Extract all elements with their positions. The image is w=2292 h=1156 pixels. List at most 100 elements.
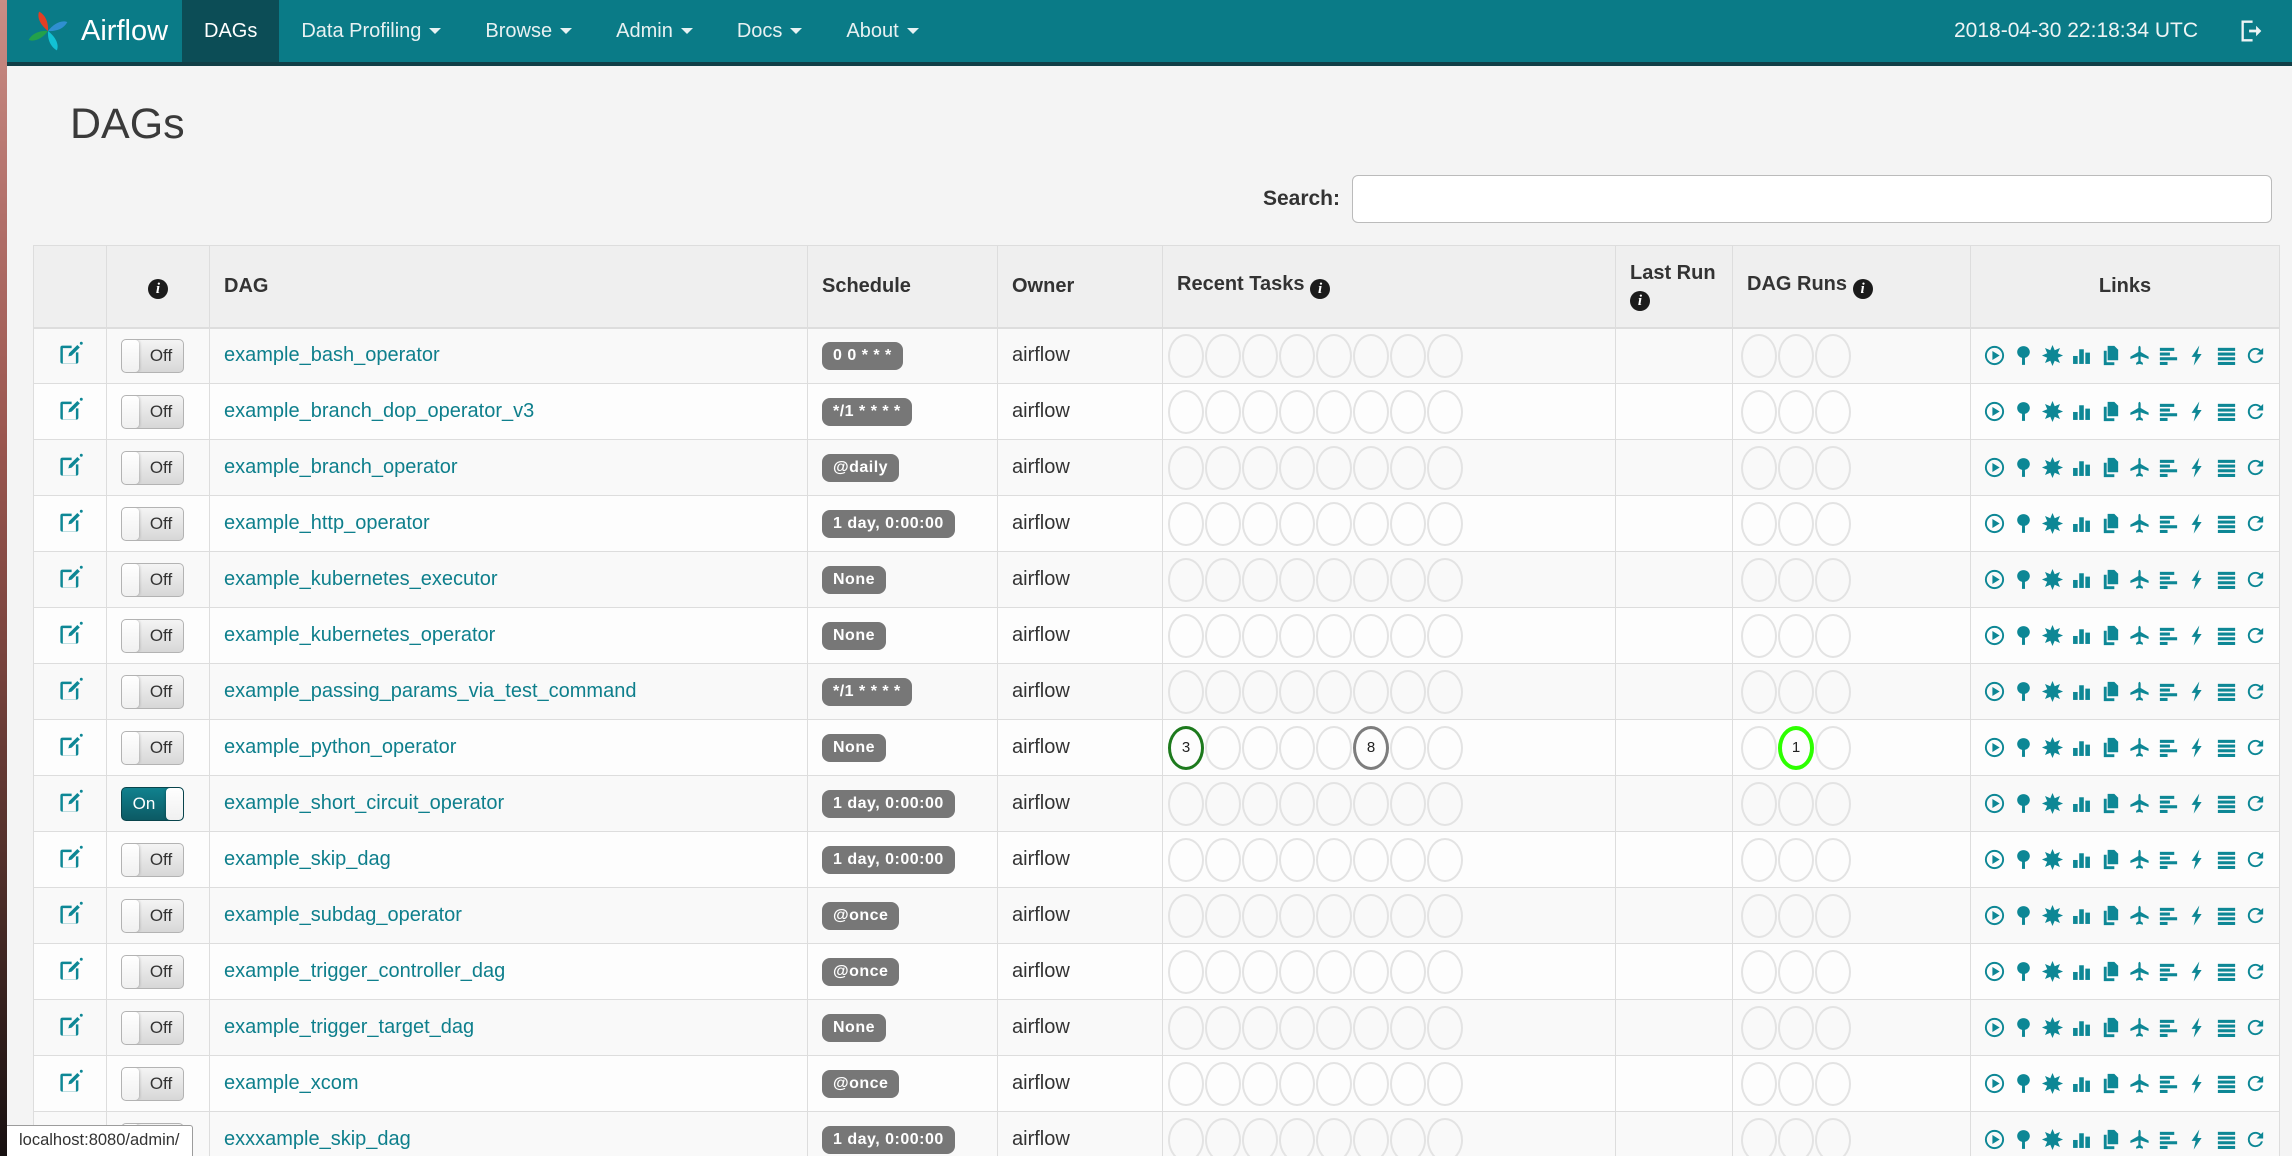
recent-task-circle[interactable] [1427, 557, 1463, 602]
landing-times-link[interactable] [2128, 736, 2151, 759]
task-tries-link[interactable] [2099, 1016, 2122, 1039]
tasks-duration-link[interactable] [2070, 400, 2093, 423]
recent-task-circle[interactable] [1316, 1117, 1352, 1156]
tree-view-link[interactable] [2012, 1016, 2035, 1039]
landing-times-link[interactable] [2128, 568, 2151, 591]
graph-view-link[interactable] [2041, 904, 2064, 927]
dag-run-circle[interactable] [1741, 557, 1777, 602]
trigger-dag-link[interactable] [1983, 904, 2006, 927]
task-tries-link[interactable] [2099, 400, 2122, 423]
recent-task-circle[interactable] [1427, 389, 1463, 434]
tree-view-link[interactable] [2012, 736, 2035, 759]
dag-run-circle[interactable] [1778, 781, 1814, 826]
recent-task-circle[interactable] [1279, 445, 1315, 490]
recent-task-circle[interactable] [1427, 781, 1463, 826]
graph-view-link[interactable] [2041, 568, 2064, 591]
tree-view-link[interactable] [2012, 680, 2035, 703]
dag-run-circle[interactable] [1778, 837, 1814, 882]
trigger-dag-link[interactable] [1983, 848, 2006, 871]
dag-run-circle[interactable] [1778, 445, 1814, 490]
gantt-view-link[interactable] [2157, 344, 2180, 367]
recent-task-circle[interactable] [1279, 669, 1315, 714]
edit-dag-button[interactable] [57, 788, 84, 815]
tasks-duration-link[interactable] [2070, 456, 2093, 479]
recent-task-circle[interactable] [1242, 781, 1278, 826]
recent-task-circle[interactable] [1316, 1061, 1352, 1106]
landing-times-link[interactable] [2128, 400, 2151, 423]
code-view-link[interactable] [2186, 624, 2209, 647]
gantt-view-link[interactable] [2157, 736, 2180, 759]
dag-run-circle[interactable] [1778, 1005, 1814, 1050]
dag-run-circle[interactable] [1741, 893, 1777, 938]
recent-task-circle[interactable]: 3 [1168, 725, 1204, 770]
dag-link[interactable]: example_xcom [224, 1072, 359, 1094]
dag-run-circle[interactable] [1778, 501, 1814, 546]
refresh-link[interactable] [2244, 512, 2267, 535]
tree-view-link[interactable] [2012, 1072, 2035, 1095]
dag-run-circle[interactable] [1741, 501, 1777, 546]
col-header-dag-runs[interactable]: DAG Runs i [1732, 245, 1971, 329]
recent-task-circle[interactable] [1168, 613, 1204, 658]
tasks-duration-link[interactable] [2070, 680, 2093, 703]
task-tries-link[interactable] [2099, 904, 2122, 927]
tasks-duration-link[interactable] [2070, 792, 2093, 815]
gantt-view-link[interactable] [2157, 1128, 2180, 1151]
nav-item-dags[interactable]: DAGs [182, 0, 280, 62]
graph-view-link[interactable] [2041, 1016, 2064, 1039]
tree-view-link[interactable] [2012, 904, 2035, 927]
dag-link[interactable]: example_kubernetes_operator [224, 624, 495, 646]
gantt-view-link[interactable] [2157, 1072, 2180, 1095]
recent-task-circle[interactable] [1279, 333, 1315, 378]
edit-dag-button[interactable] [57, 452, 84, 479]
recent-task-circle[interactable] [1279, 557, 1315, 602]
dag-link[interactable]: example_branch_dop_operator_v3 [224, 400, 534, 422]
recent-task-circle[interactable] [1390, 837, 1426, 882]
logs-link[interactable] [2215, 1016, 2238, 1039]
dag-run-circle[interactable] [1815, 333, 1851, 378]
dag-link[interactable]: example_branch_operator [224, 456, 458, 478]
graph-view-link[interactable] [2041, 680, 2064, 703]
recent-task-circle[interactable] [1168, 837, 1204, 882]
dag-run-circle[interactable] [1815, 725, 1851, 770]
refresh-link[interactable] [2244, 568, 2267, 591]
task-tries-link[interactable] [2099, 680, 2122, 703]
trigger-dag-link[interactable] [1983, 1016, 2006, 1039]
recent-task-circle[interactable] [1205, 893, 1241, 938]
trigger-dag-link[interactable] [1983, 512, 2006, 535]
graph-view-link[interactable] [2041, 792, 2064, 815]
dag-run-circle[interactable] [1815, 613, 1851, 658]
dag-run-circle[interactable] [1778, 333, 1814, 378]
dag-run-circle[interactable] [1741, 837, 1777, 882]
gantt-view-link[interactable] [2157, 512, 2180, 535]
dag-run-circle[interactable] [1778, 557, 1814, 602]
trigger-dag-link[interactable] [1983, 680, 2006, 703]
logs-link[interactable] [2215, 960, 2238, 983]
recent-task-circle[interactable] [1279, 725, 1315, 770]
recent-task-circle[interactable] [1205, 1061, 1241, 1106]
graph-view-link[interactable] [2041, 344, 2064, 367]
recent-task-circle[interactable] [1427, 501, 1463, 546]
landing-times-link[interactable] [2128, 1016, 2151, 1039]
refresh-link[interactable] [2244, 848, 2267, 871]
recent-task-circle[interactable]: 8 [1353, 725, 1389, 770]
dag-link[interactable]: example_trigger_target_dag [224, 1016, 474, 1038]
nav-item-about[interactable]: About [824, 0, 940, 62]
recent-task-circle[interactable] [1427, 333, 1463, 378]
logs-link[interactable] [2215, 624, 2238, 647]
code-view-link[interactable] [2186, 1128, 2209, 1151]
logs-link[interactable] [2215, 680, 2238, 703]
recent-task-circle[interactable] [1390, 445, 1426, 490]
recent-task-circle[interactable] [1242, 1005, 1278, 1050]
landing-times-link[interactable] [2128, 512, 2151, 535]
recent-task-circle[interactable] [1353, 669, 1389, 714]
dag-run-circle[interactable] [1741, 1005, 1777, 1050]
logs-link[interactable] [2215, 400, 2238, 423]
tree-view-link[interactable] [2012, 400, 2035, 423]
dag-run-circle[interactable] [1815, 781, 1851, 826]
col-header-recent-tasks[interactable]: Recent Tasks i [1162, 245, 1616, 329]
task-tries-link[interactable] [2099, 848, 2122, 871]
edit-dag-button[interactable] [57, 1068, 84, 1095]
graph-view-link[interactable] [2041, 624, 2064, 647]
landing-times-link[interactable] [2128, 792, 2151, 815]
recent-task-circle[interactable] [1316, 557, 1352, 602]
